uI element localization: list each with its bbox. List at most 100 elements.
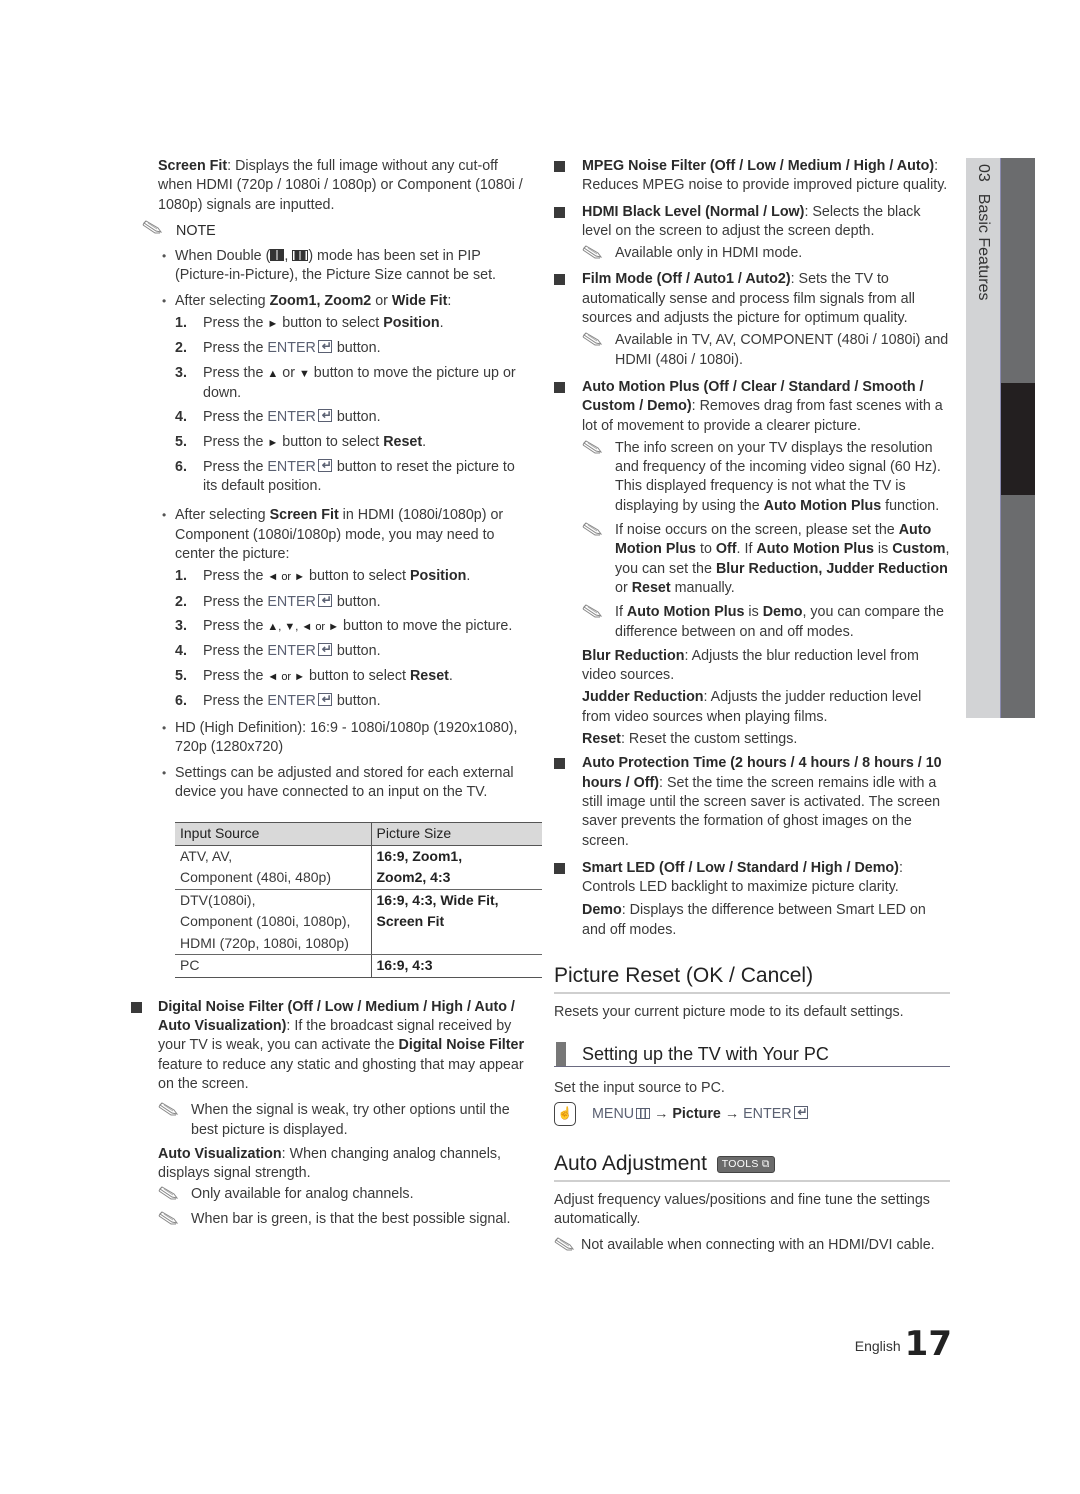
step-text: Press the	[203, 315, 268, 332]
step-item: 6.Press the ENTER button to reset the pi…	[175, 456, 530, 497]
input-source-cell: PC	[175, 954, 372, 978]
pc-setup-desc: Set the input source to PC.	[554, 1080, 725, 1097]
picture-size-table: Input Source Picture Size ATV, AV, Compon…	[175, 822, 542, 978]
step-text: button to select	[278, 433, 384, 450]
step-term: Reset	[383, 433, 423, 450]
pencil-icon	[158, 1186, 180, 1200]
auto-vis-note-1: Only available for analog channels.	[158, 1185, 530, 1204]
step-item: 1. Press the ► button to select Position.	[175, 314, 530, 334]
digital-noise-filter-item: Digital Noise Filter (Off / Low / Medium…	[131, 998, 530, 1094]
square-bullet-icon	[554, 862, 565, 874]
enter-icon	[317, 690, 332, 709]
right-column: MPEG Noise Filter (Off / Low / Medium / …	[554, 157, 950, 1261]
hdmi-black-level-item: HDMI Black Level (Normal / Low): Selects…	[554, 203, 950, 242]
mpeg-noise-filter-item: MPEG Noise Filter (Off / Low / Medium / …	[554, 157, 950, 196]
step-number: 3.	[175, 364, 187, 381]
step-text: .	[466, 568, 471, 585]
header-input-source: Input Source	[175, 822, 372, 846]
tools-badge: TOOLS ⧉	[716, 1155, 775, 1173]
picture-size-cell: 16:9, Zoom1, Zoom2, 4:3	[371, 845, 542, 890]
square-bullet-icon	[554, 274, 565, 286]
auto-vis-note-2: When bar is green, is that the best poss…	[158, 1210, 530, 1229]
step-text: Press the	[203, 458, 268, 475]
step-text: Press the	[203, 643, 268, 660]
enter-label: ENTER	[267, 458, 316, 475]
pencil-icon	[582, 245, 604, 259]
step-text: .	[439, 315, 444, 332]
step-text: Press the	[203, 433, 268, 450]
step-number: 6.	[175, 692, 187, 709]
table-row: DTV(1080i), Component (1080i, 1080p), HDMI…	[175, 889, 542, 956]
arrow-icon: ▲	[267, 367, 279, 380]
auto-visualization-desc: Auto Visualization: When changing analog…	[158, 1145, 502, 1182]
step-text: button.	[332, 593, 381, 610]
step-item: 3. Press the ▲, ▼, ◄ or ► button to move …	[175, 617, 530, 637]
header-picture-size: Picture Size	[371, 822, 542, 846]
screen-fit-steps-list: 1. Press the ◄ or ► button to select Posi…	[175, 567, 530, 711]
amp-note-1: The info screen on your TV displays the …	[582, 439, 950, 516]
table-header-row: Input Source Picture Size	[175, 822, 542, 846]
chapter-marker	[1001, 383, 1035, 495]
blur-reduction-desc: Blur Reduction: Adjusts the blur reducti…	[582, 647, 919, 684]
step-item: 2. Press the ENTER button.	[175, 337, 530, 358]
note-item-screen-fit: After selecting Screen Fit in HDMI (1080…	[158, 506, 530, 711]
enter-label: ENTER	[267, 643, 316, 660]
enter-icon	[317, 591, 332, 610]
chapter-side-tab: 03Basic Features	[966, 158, 1035, 718]
zoom-steps-list: 1. Press the ► button to select Position.…	[175, 314, 530, 496]
hand-press-icon: ☝	[554, 1101, 576, 1126]
square-bullet-icon	[554, 381, 565, 393]
step-item: 4. Press the ENTER button.	[175, 640, 530, 661]
arrow-icons: ◄ or ►	[267, 571, 306, 584]
judder-reduction-desc: Judder Reduction: Adjusts the judder red…	[582, 689, 922, 725]
pencil-icon	[554, 1237, 576, 1251]
smart-led-demo-desc: Demo: Displays the difference between Sm…	[582, 902, 926, 938]
step-text: .	[448, 667, 453, 684]
step-term: Position	[409, 568, 467, 585]
smart-led-item: Smart LED (Off / Low / Standard / High /…	[554, 859, 950, 898]
enter-label: ENTER	[267, 692, 316, 709]
picture-reset-heading: Picture Reset (OK / Cancel)	[554, 962, 950, 994]
picture-size-cell: 16:9, 4:3, Wide Fit, Screen Fit	[371, 889, 542, 956]
step-number: 4.	[175, 409, 187, 426]
square-bullet-icon	[554, 758, 565, 770]
arrow-icon: ▼	[298, 367, 310, 380]
step-item: 5. Press the ► button to select Reset.	[175, 433, 530, 453]
arrow-icons: ▲, ▼, ◄ or ►	[267, 620, 340, 633]
step-text: or	[278, 364, 299, 381]
film-mode-item: Film Mode (Off / Auto1 / Auto2): Sets th…	[554, 270, 950, 328]
input-source-cell: DTV(1080i), Component (1080i, 1080p), HDMI…	[175, 889, 372, 956]
step-number: 2.	[175, 593, 187, 610]
step-number: 3.	[175, 617, 187, 634]
note-item-double-mode: When Double (, ) mode has been set in PI…	[158, 247, 530, 286]
square-bullet-icon	[131, 1001, 142, 1013]
screen-fit-desc: Screen Fit: Displays the full image with…	[158, 158, 523, 213]
note-item-hd: HD (High Definition): 16:9 - 1080i/1080p…	[158, 719, 530, 758]
pencil-icon	[582, 440, 604, 454]
step-item: 4. Press the ENTER button.	[175, 406, 530, 427]
step-text: Press the	[203, 364, 268, 381]
step-text: button to select	[278, 315, 384, 332]
enter-label: ENTER	[267, 340, 316, 357]
page-number: 17	[904, 1324, 952, 1364]
language-label: English	[854, 1338, 901, 1354]
menu-path: ☝ MENU → Picture → ENTER	[554, 1101, 950, 1126]
auto-protection-time-item: Auto Protection Time (2 hours / 4 hours …	[554, 754, 950, 850]
enter-icon	[317, 456, 332, 475]
step-text: .	[422, 433, 427, 450]
pc-setup-heading: Setting up the TV with Your PC	[554, 1042, 950, 1068]
square-bullet-icon	[554, 206, 565, 218]
step-item: 2. Press the ENTER button.	[175, 591, 530, 612]
step-text: button.	[332, 692, 381, 709]
step-number: 5.	[175, 667, 187, 684]
arrow-icon: ►	[267, 318, 279, 331]
step-text: button.	[332, 409, 381, 426]
step-number: 2.	[175, 340, 187, 357]
pencil-icon	[582, 522, 604, 536]
enter-icon	[317, 337, 332, 357]
auto-adjustment-heading: Auto Adjustment TOOLS ⧉	[554, 1150, 950, 1182]
left-column: Screen Fit: Displays the full image with…	[131, 157, 542, 1234]
step-term: Reset	[409, 667, 449, 684]
step-text: Press the	[203, 568, 268, 585]
pencil-icon	[582, 332, 604, 346]
